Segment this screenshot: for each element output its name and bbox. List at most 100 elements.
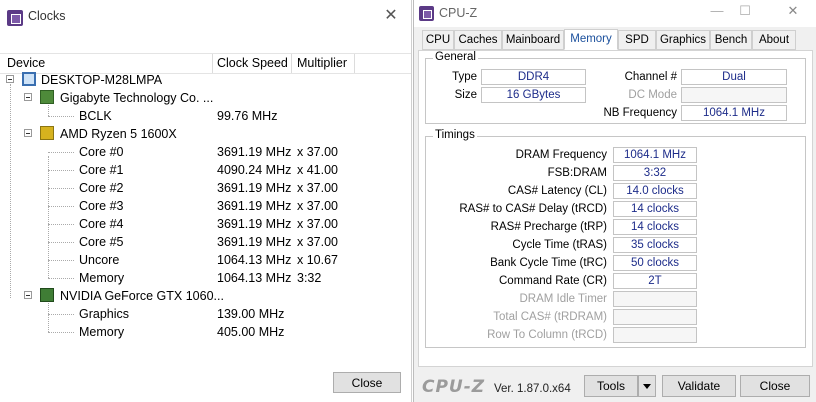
motherboard-icon bbox=[40, 90, 54, 104]
timing-value bbox=[613, 309, 697, 325]
clock-speed-value: 4090.24 MHz bbox=[217, 163, 292, 177]
timing-label: DRAM Idle Timer bbox=[519, 293, 607, 305]
tree-line bbox=[48, 152, 74, 153]
multiplier-value: x 37.00 bbox=[297, 199, 339, 213]
gpu-icon bbox=[40, 288, 54, 302]
tree-row-memory[interactable]: Memory 1064.13 MHz 3:32 bbox=[0, 269, 411, 287]
tree-row-core[interactable]: Core #0 3691.19 MHz x 37.00 bbox=[0, 143, 411, 161]
column-device[interactable]: Device bbox=[7, 56, 45, 70]
clock-speed-value: 3691.19 MHz bbox=[217, 181, 292, 195]
timing-label: Bank Cycle Time (tRC) bbox=[490, 257, 607, 269]
type-value: DDR4 bbox=[481, 69, 586, 85]
device-label: Core #5 bbox=[79, 235, 124, 249]
collapse-icon[interactable] bbox=[24, 93, 32, 101]
timing-label: RAS# to CAS# Delay (tRCD) bbox=[459, 203, 607, 215]
version-label: Ver. 1.87.0.x64 bbox=[494, 383, 571, 395]
device-label: Core #0 bbox=[79, 145, 124, 159]
tree-row-core[interactable]: Core #3 3691.19 MHz x 37.00 bbox=[0, 197, 411, 215]
tree-line bbox=[48, 242, 74, 243]
tree-row-core[interactable]: Core #4 3691.19 MHz x 37.00 bbox=[0, 215, 411, 233]
channel-value: Dual bbox=[681, 69, 787, 85]
tab-about[interactable]: About bbox=[752, 30, 796, 50]
size-value: 16 GBytes bbox=[481, 87, 586, 103]
memory-panel: General Type DDR4 Size 16 GBytes Channel… bbox=[418, 50, 813, 367]
tree-line bbox=[48, 206, 74, 207]
device-label: Uncore bbox=[79, 253, 120, 267]
general-group-label: General bbox=[433, 51, 478, 63]
cpuz-window: CPU-Z — ☐ ✕ CPU Caches Mainboard Memory … bbox=[413, 0, 816, 402]
multiplier-value: x 37.00 bbox=[297, 181, 339, 195]
timing-value bbox=[613, 327, 697, 343]
clock-speed-value: 405.00 MHz bbox=[217, 325, 285, 339]
cpuz-close-button[interactable]: Close bbox=[740, 375, 810, 397]
tab-cpu[interactable]: CPU bbox=[422, 30, 454, 50]
dc-mode-value bbox=[681, 87, 787, 103]
timing-value: 3:32 bbox=[613, 165, 697, 181]
tools-dropdown-icon[interactable] bbox=[638, 375, 656, 397]
clock-speed-value: 3691.19 MHz bbox=[217, 199, 292, 213]
timings-group: Timings DRAM Frequency 1064.1 MHz FSB:DR… bbox=[425, 129, 806, 348]
minimize-icon[interactable]: — bbox=[706, 3, 728, 18]
clock-speed-value: 3691.19 MHz bbox=[217, 217, 292, 231]
tree-line bbox=[48, 116, 74, 117]
tree-row-mainboard[interactable]: Gigabyte Technology Co. ... bbox=[0, 89, 411, 107]
tree-row-gpu-memory[interactable]: Memory 405.00 MHz bbox=[0, 323, 411, 341]
timing-value: 14 clocks bbox=[613, 219, 697, 235]
tree-line bbox=[48, 278, 74, 279]
timing-label: Cycle Time (tRAS) bbox=[512, 239, 607, 251]
tree-row-computer[interactable]: DESKTOP-M28LMPA bbox=[0, 71, 411, 89]
tab-spd[interactable]: SPD bbox=[618, 30, 656, 50]
collapse-icon[interactable] bbox=[6, 75, 14, 83]
device-label: BCLK bbox=[79, 109, 112, 123]
channel-label: Channel # bbox=[624, 71, 677, 83]
type-label: Type bbox=[452, 71, 477, 83]
device-label: Memory bbox=[79, 271, 125, 285]
tab-memory[interactable]: Memory bbox=[564, 29, 618, 50]
clock-speed-value: 3691.19 MHz bbox=[217, 145, 292, 159]
validate-button[interactable]: Validate bbox=[662, 375, 736, 397]
timing-label: RAS# Precharge (tRP) bbox=[490, 221, 607, 233]
column-clock-speed[interactable]: Clock Speed bbox=[217, 56, 288, 70]
multiplier-value: x 37.00 bbox=[297, 217, 339, 231]
tree-row-uncore[interactable]: Uncore 1064.13 MHz x 10.67 bbox=[0, 251, 411, 269]
tab-graphics[interactable]: Graphics bbox=[656, 30, 710, 50]
size-label: Size bbox=[454, 89, 477, 101]
close-icon[interactable]: ✕ bbox=[782, 3, 804, 19]
cpuz-titlebar: CPU-Z — ☐ ✕ bbox=[414, 0, 816, 27]
timing-value bbox=[613, 291, 697, 307]
device-label: Gigabyte Technology Co. ... bbox=[60, 91, 214, 105]
tree-row-graphics[interactable]: Graphics 139.00 MHz bbox=[0, 305, 411, 323]
clocks-window: Clocks ✕ Device Clock Speed Multiplier D… bbox=[0, 0, 412, 402]
tree-row-core[interactable]: Core #5 3691.19 MHz x 37.00 bbox=[0, 233, 411, 251]
tree-line bbox=[48, 260, 74, 261]
tree-row-core[interactable]: Core #1 4090.24 MHz x 41.00 bbox=[0, 161, 411, 179]
multiplier-value: x 41.00 bbox=[297, 163, 339, 177]
device-label: Graphics bbox=[79, 307, 130, 321]
tree-row-gpu[interactable]: NVIDIA GeForce GTX 1060... bbox=[0, 287, 411, 305]
device-label: Core #1 bbox=[79, 163, 124, 177]
tab-caches[interactable]: Caches bbox=[454, 30, 502, 50]
device-label: Core #2 bbox=[79, 181, 124, 195]
tree-line bbox=[48, 170, 74, 171]
tree-row-bclk[interactable]: BCLK 99.76 MHz bbox=[0, 107, 411, 125]
maximize-icon[interactable]: ☐ bbox=[734, 3, 756, 19]
timing-label: Command Rate (CR) bbox=[499, 275, 607, 287]
tree-row-core[interactable]: Core #2 3691.19 MHz x 37.00 bbox=[0, 179, 411, 197]
multiplier-value: x 37.00 bbox=[297, 235, 339, 249]
column-multiplier[interactable]: Multiplier bbox=[297, 56, 347, 70]
tab-mainboard[interactable]: Mainboard bbox=[502, 30, 564, 50]
clock-speed-value: 1064.13 MHz bbox=[217, 271, 292, 285]
timing-value: 14.0 clocks bbox=[613, 183, 697, 199]
close-icon[interactable]: ✕ bbox=[381, 5, 401, 25]
tree-line bbox=[48, 332, 74, 333]
tab-bench[interactable]: Bench bbox=[710, 30, 752, 50]
device-tree: DESKTOP-M28LMPA Gigabyte Technology Co. … bbox=[0, 71, 411, 371]
clocks-close-button[interactable]: Close bbox=[333, 372, 401, 393]
collapse-icon[interactable] bbox=[24, 129, 32, 137]
tree-row-cpu[interactable]: AMD Ryzen 5 1600X bbox=[0, 125, 411, 143]
multiplier-value: 3:32 bbox=[297, 271, 322, 285]
tools-button[interactable]: Tools bbox=[584, 375, 638, 397]
timing-value: 35 clocks bbox=[613, 237, 697, 253]
clock-speed-value: 1064.13 MHz bbox=[217, 253, 292, 267]
collapse-icon[interactable] bbox=[24, 291, 32, 299]
